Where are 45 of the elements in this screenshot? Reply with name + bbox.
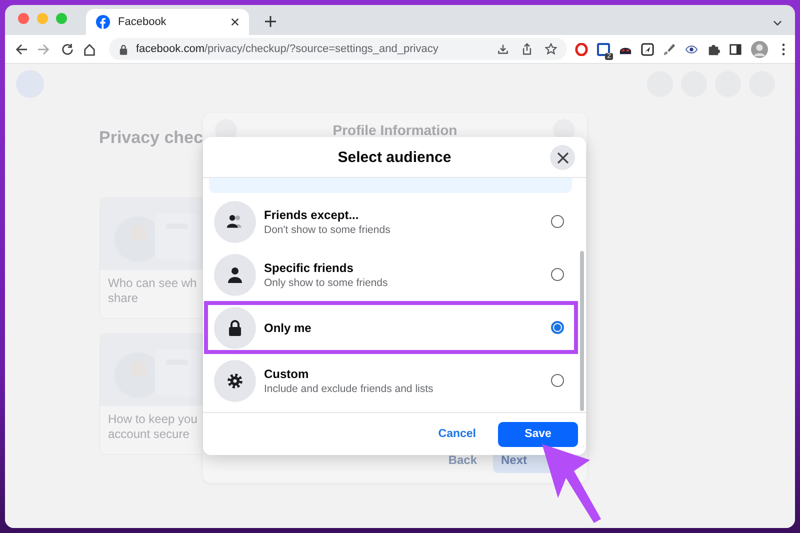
new-tab-icon[interactable] [265,16,276,27]
home-icon[interactable] [83,42,96,56]
url-text: facebook.com/privacy/checkup/?source=settings_and_privacy [136,43,440,55]
dialog-title: Profile Information [332,122,458,138]
radio-button[interactable] [551,268,564,281]
radio-button[interactable] [551,321,564,334]
tab-title: Facebook [118,16,168,28]
card-title: Who can see wh [108,276,198,291]
radio-button[interactable] [551,215,564,228]
option-description: Include and exclude friends and lists [264,382,434,394]
card-title: How to keep you [108,412,198,427]
ring-icon[interactable] [575,42,588,56]
scrollbar[interactable] [580,251,584,411]
puzzle-icon[interactable] [707,42,720,56]
share-icon[interactable] [521,43,533,55]
chevron-down-icon[interactable] [773,20,782,26]
address-bar[interactable]: facebook.com/privacy/checkup/?source=settings_and_privacy [109,38,567,60]
brush-icon[interactable] [663,42,676,56]
gear-icon [227,372,243,388]
cancel-button[interactable]: Cancel [432,427,482,441]
star-icon[interactable] [545,43,557,55]
option-title: Only me [264,320,312,334]
option-title: Specific friends [264,260,354,274]
option-description: Don't show to some friends [264,224,392,236]
save-button[interactable]: Save [498,422,578,446]
lock-icon [228,320,242,336]
card-title: share [108,291,140,306]
lock-icon [119,44,128,54]
radio-button[interactable] [551,374,564,387]
option-title: Custom [264,366,310,380]
eye-icon[interactable] [685,42,698,56]
sidebar-icon[interactable] [729,42,742,56]
option-title: Friends except... [264,208,360,222]
people-icon [226,214,244,229]
download-icon[interactable] [497,43,509,55]
close-button[interactable] [550,145,575,170]
reload-icon[interactable] [61,42,74,56]
card-title: account secure [108,427,190,442]
browser-tab[interactable]: Facebook [86,9,249,35]
person-icon [228,266,242,282]
dialog-title: Select audience [338,148,452,166]
site-favicon [96,15,110,29]
page-heading: Privacy chec [99,128,203,148]
option-description: Only show to some friends [264,276,389,288]
send-icon[interactable] [641,42,654,56]
